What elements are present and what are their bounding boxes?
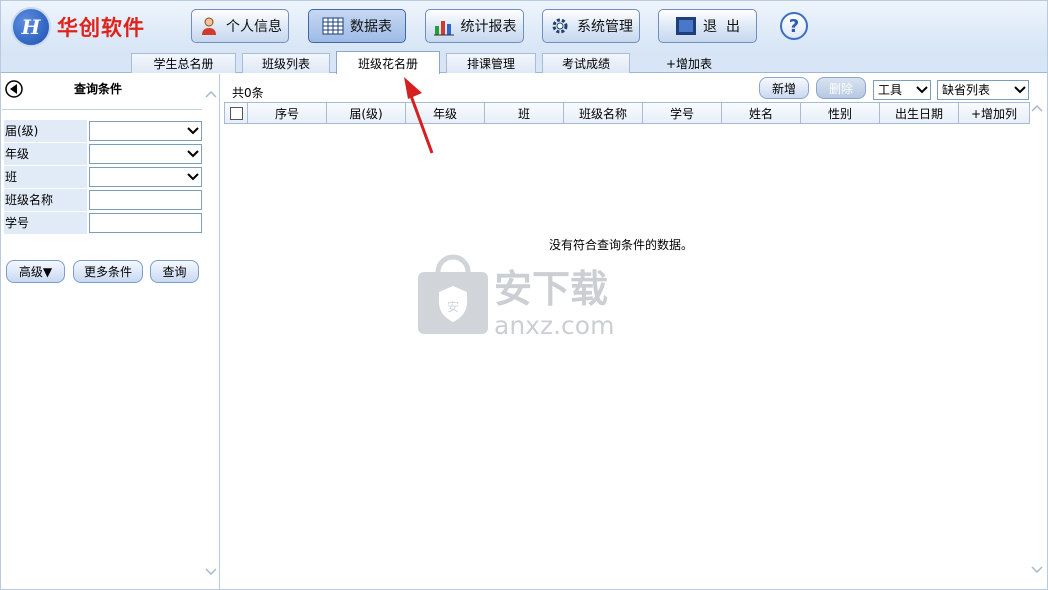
column-header[interactable]: 出生日期 — [880, 103, 959, 123]
advanced-button[interactable]: 高级▼ — [6, 260, 65, 283]
logo-text: 华创软件 — [57, 16, 145, 40]
svg-text:安: 安 — [447, 299, 459, 314]
chevron-down-icon — [187, 127, 199, 135]
help-icon[interactable]: ? — [780, 12, 808, 40]
chevron-down-icon — [1014, 86, 1026, 94]
logo-mark-icon: H — [11, 7, 51, 47]
column-header[interactable]: 学号 — [643, 103, 722, 123]
field-label: 年级 — [4, 143, 87, 165]
delete-button[interactable]: 删除 — [816, 77, 866, 99]
field-row-grade: 年级 — [4, 143, 202, 165]
data-panel: 共0条 新增 删除 工具 缺省列表 序号 届(级) 年级 班 班级名称 学号 姓… — [222, 74, 1047, 589]
personal-info-button[interactable]: 个人信息 — [191, 9, 289, 43]
session-select[interactable] — [88, 121, 202, 141]
watermark-url: anxz.com — [494, 311, 614, 340]
column-header[interactable]: 姓名 — [722, 103, 801, 123]
gear-icon — [549, 16, 571, 36]
column-header[interactable]: 班级名称 — [564, 103, 643, 123]
person-icon — [198, 16, 220, 36]
annotation-arrow-icon — [404, 77, 434, 154]
chevron-down-icon — [187, 173, 199, 181]
scroll-down-icon[interactable] — [205, 568, 217, 576]
add-column-button[interactable]: +增加列 — [959, 103, 1029, 123]
exit-icon — [675, 16, 697, 36]
column-header[interactable]: 性别 — [801, 103, 880, 123]
search-button[interactable]: 查询 — [150, 260, 199, 283]
watermark-logo: 安 安下载 anxz.com — [418, 254, 614, 340]
app-window: H 华创软件 个人信息 数据表 统计报表 系统管理 退 出 ? 学生总名册 班级… — [0, 0, 1048, 590]
query-title: 查询条件 — [74, 82, 123, 96]
chart-icon — [433, 16, 455, 36]
scroll-up-icon[interactable] — [1031, 104, 1043, 112]
tab-class-roster[interactable]: 班级花名册 — [336, 51, 440, 74]
system-manage-button[interactable]: 系统管理 — [542, 9, 640, 43]
tab-add-table[interactable]: +增加表 — [651, 53, 727, 73]
app-logo: H 华创软件 — [11, 7, 145, 47]
column-header[interactable]: 班 — [485, 103, 564, 123]
more-conditions-button[interactable]: 更多条件 — [73, 260, 143, 283]
main-scrollbar[interactable] — [1030, 104, 1044, 574]
data-table-label: 数据表 — [350, 19, 392, 35]
tab-student-roster[interactable]: 学生总名册 — [131, 53, 236, 73]
tab-bar: 学生总名册 班级列表 班级花名册 排课管理 考试成绩 +增加表 — [1, 51, 1047, 74]
tab-schedule[interactable]: 排课管理 — [446, 53, 536, 73]
grade-select[interactable] — [88, 144, 202, 164]
watermark-title: 安下载 — [494, 267, 608, 311]
field-label: 班 — [4, 166, 87, 188]
field-label: 学号 — [4, 212, 87, 234]
tab-class-list[interactable]: 班级列表 — [242, 53, 330, 73]
collapse-left-icon[interactable] — [5, 80, 23, 98]
exit-button[interactable]: 退 出 — [658, 9, 757, 43]
field-row-session: 届(级) — [4, 120, 202, 142]
view-select[interactable]: 缺省列表 — [937, 80, 1029, 100]
new-button[interactable]: 新增 — [759, 77, 809, 99]
record-count: 共0条 — [232, 86, 264, 100]
column-header[interactable]: 序号 — [248, 103, 327, 123]
stat-report-button[interactable]: 统计报表 — [425, 9, 524, 43]
field-row-class: 班 — [4, 166, 202, 188]
data-table-button[interactable]: 数据表 — [308, 9, 406, 43]
chevron-down-icon — [916, 86, 928, 94]
left-scrollbar[interactable] — [204, 90, 218, 576]
column-header[interactable]: 届(级) — [327, 103, 406, 123]
field-row-class-name: 班级名称 — [4, 189, 202, 211]
class-select[interactable] — [88, 167, 202, 187]
tools-select-value: 工具 — [878, 83, 903, 97]
empty-message: 没有符合查询条件的数据。 — [549, 238, 694, 252]
query-panel: 查询条件 届(级) 年级 班 班级名称 学号 高级▼ 更多条件 查询 — [2, 74, 220, 589]
top-toolbar: H 华创软件 个人信息 数据表 统计报表 系统管理 退 出 ? — [1, 1, 1047, 51]
field-row-student-id: 学号 — [4, 212, 202, 234]
table-icon — [322, 16, 344, 36]
view-select-value: 缺省列表 — [942, 83, 991, 97]
tab-exam-scores[interactable]: 考试成绩 — [542, 53, 630, 73]
select-all-checkbox[interactable] — [229, 106, 243, 120]
system-manage-label: 系统管理 — [577, 19, 633, 35]
exit-label: 退 出 — [703, 19, 740, 35]
class-name-input[interactable] — [88, 190, 202, 210]
personal-info-label: 个人信息 — [226, 19, 282, 35]
grid-header: 序号 届(级) 年级 班 班级名称 学号 姓名 性别 出生日期 +增加列 — [224, 102, 1030, 124]
stat-report-label: 统计报表 — [460, 19, 517, 35]
select-all-cell — [225, 103, 248, 123]
tools-select[interactable]: 工具 — [873, 80, 931, 100]
student-id-input[interactable] — [88, 213, 202, 233]
scroll-up-icon[interactable] — [205, 90, 217, 98]
chevron-down-icon — [187, 150, 199, 158]
field-label: 届(级) — [4, 120, 87, 142]
scroll-down-icon[interactable] — [1031, 566, 1043, 574]
query-header: 查询条件 — [2, 74, 202, 110]
field-label: 班级名称 — [4, 189, 87, 211]
